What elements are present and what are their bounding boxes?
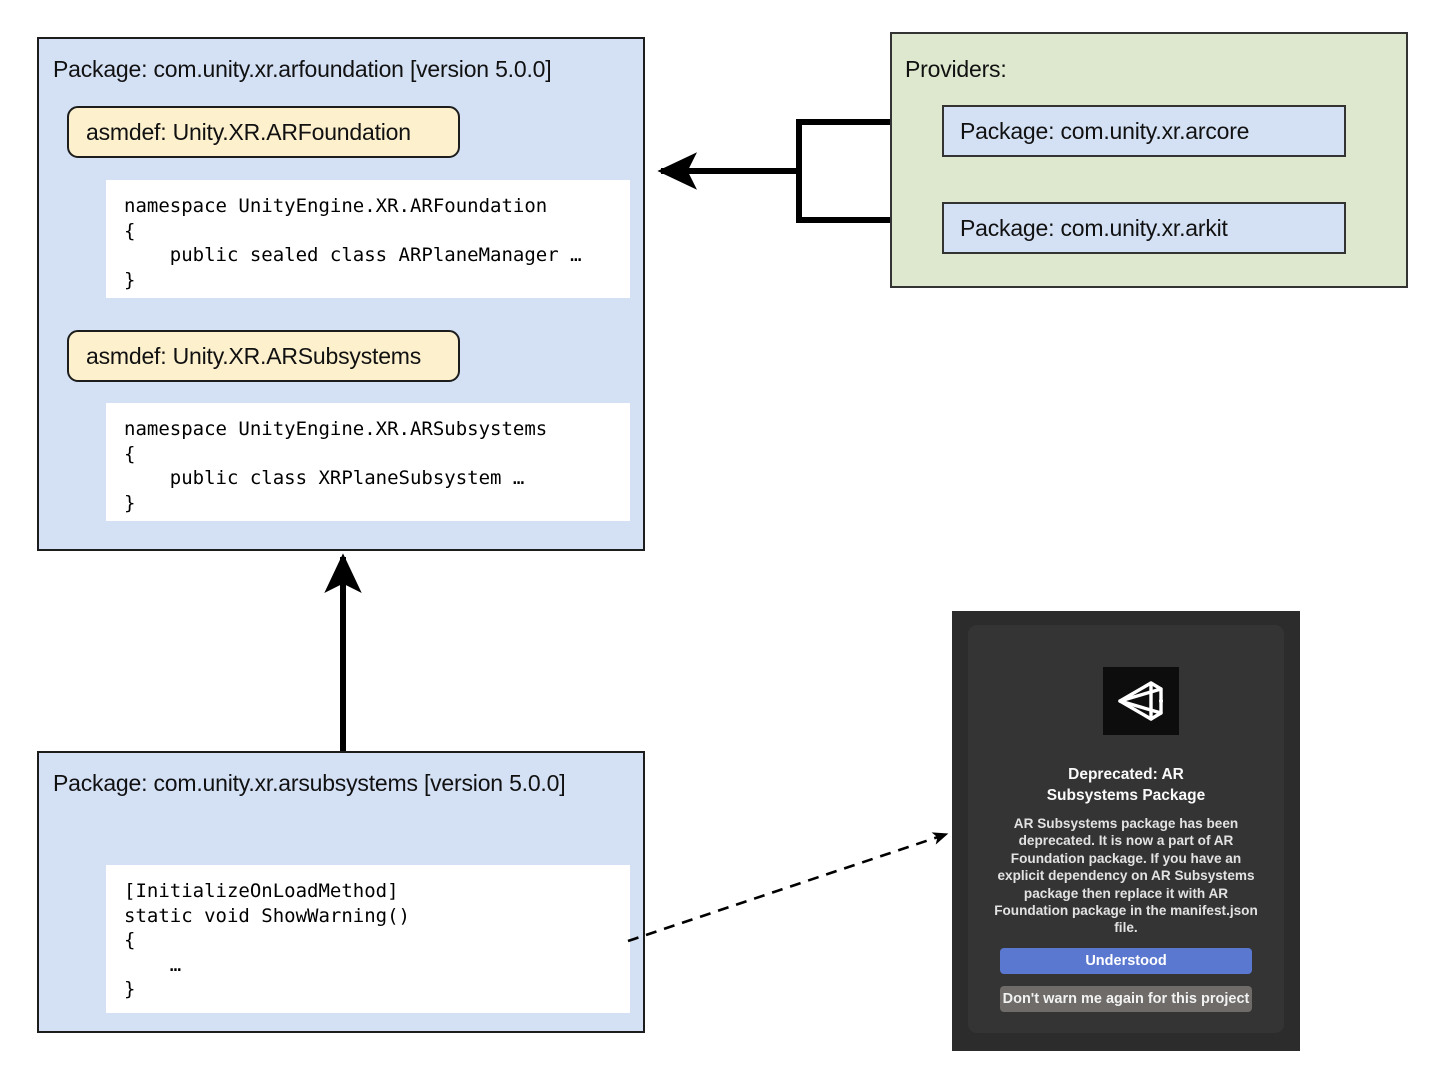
providers-to-arfoundation-connector xyxy=(657,119,890,223)
dialog-title-line-2: Subsystems Package xyxy=(1046,787,1206,804)
asmdef-arsubsystems-pill: asmdef: Unity.XR.ARSubsystems xyxy=(67,330,460,382)
provider-package-arkit: Package: com.unity.xr.arkit xyxy=(942,202,1346,254)
arsubsystems-code-block: namespace UnityEngine.XR.ARSubsystems { … xyxy=(106,403,630,521)
showwarning-code-block: [InitializeOnLoadMethod] static void Sho… xyxy=(106,865,630,1013)
showwarning-to-dialog-dashed-arrow xyxy=(627,832,949,943)
dialog-panel: Deprecated: AR Subsystems Package AR Sub… xyxy=(968,625,1284,1033)
arfoundation-package-title: Package: com.unity.xr.arfoundation [vers… xyxy=(53,56,552,82)
unity-logo-icon xyxy=(1103,667,1179,735)
provider-package-arcore: Package: com.unity.xr.arcore xyxy=(942,105,1346,157)
providers-title: Providers: xyxy=(905,56,1007,82)
dont-warn-again-button[interactable]: Don't warn me again for this project xyxy=(1000,986,1252,1012)
arsubsystems-package-title: Package: com.unity.xr.arsubsystems [vers… xyxy=(53,770,566,796)
arfoundation-code-block: namespace UnityEngine.XR.ARFoundation { … xyxy=(106,180,630,298)
unity-deprecation-dialog: Deprecated: AR Subsystems Package AR Sub… xyxy=(952,611,1300,1051)
dialog-title-line-1: Deprecated: AR xyxy=(1068,766,1184,783)
dialog-title: Deprecated: AR Subsystems Package xyxy=(994,764,1258,806)
understood-button[interactable]: Understood xyxy=(1000,948,1252,974)
dialog-body-text: AR Subsystems package has been deprecate… xyxy=(994,816,1258,936)
diagram-canvas: Package: com.unity.xr.arfoundation [vers… xyxy=(0,0,1440,1080)
asmdef-arfoundation-pill: asmdef: Unity.XR.ARFoundation xyxy=(67,106,460,158)
